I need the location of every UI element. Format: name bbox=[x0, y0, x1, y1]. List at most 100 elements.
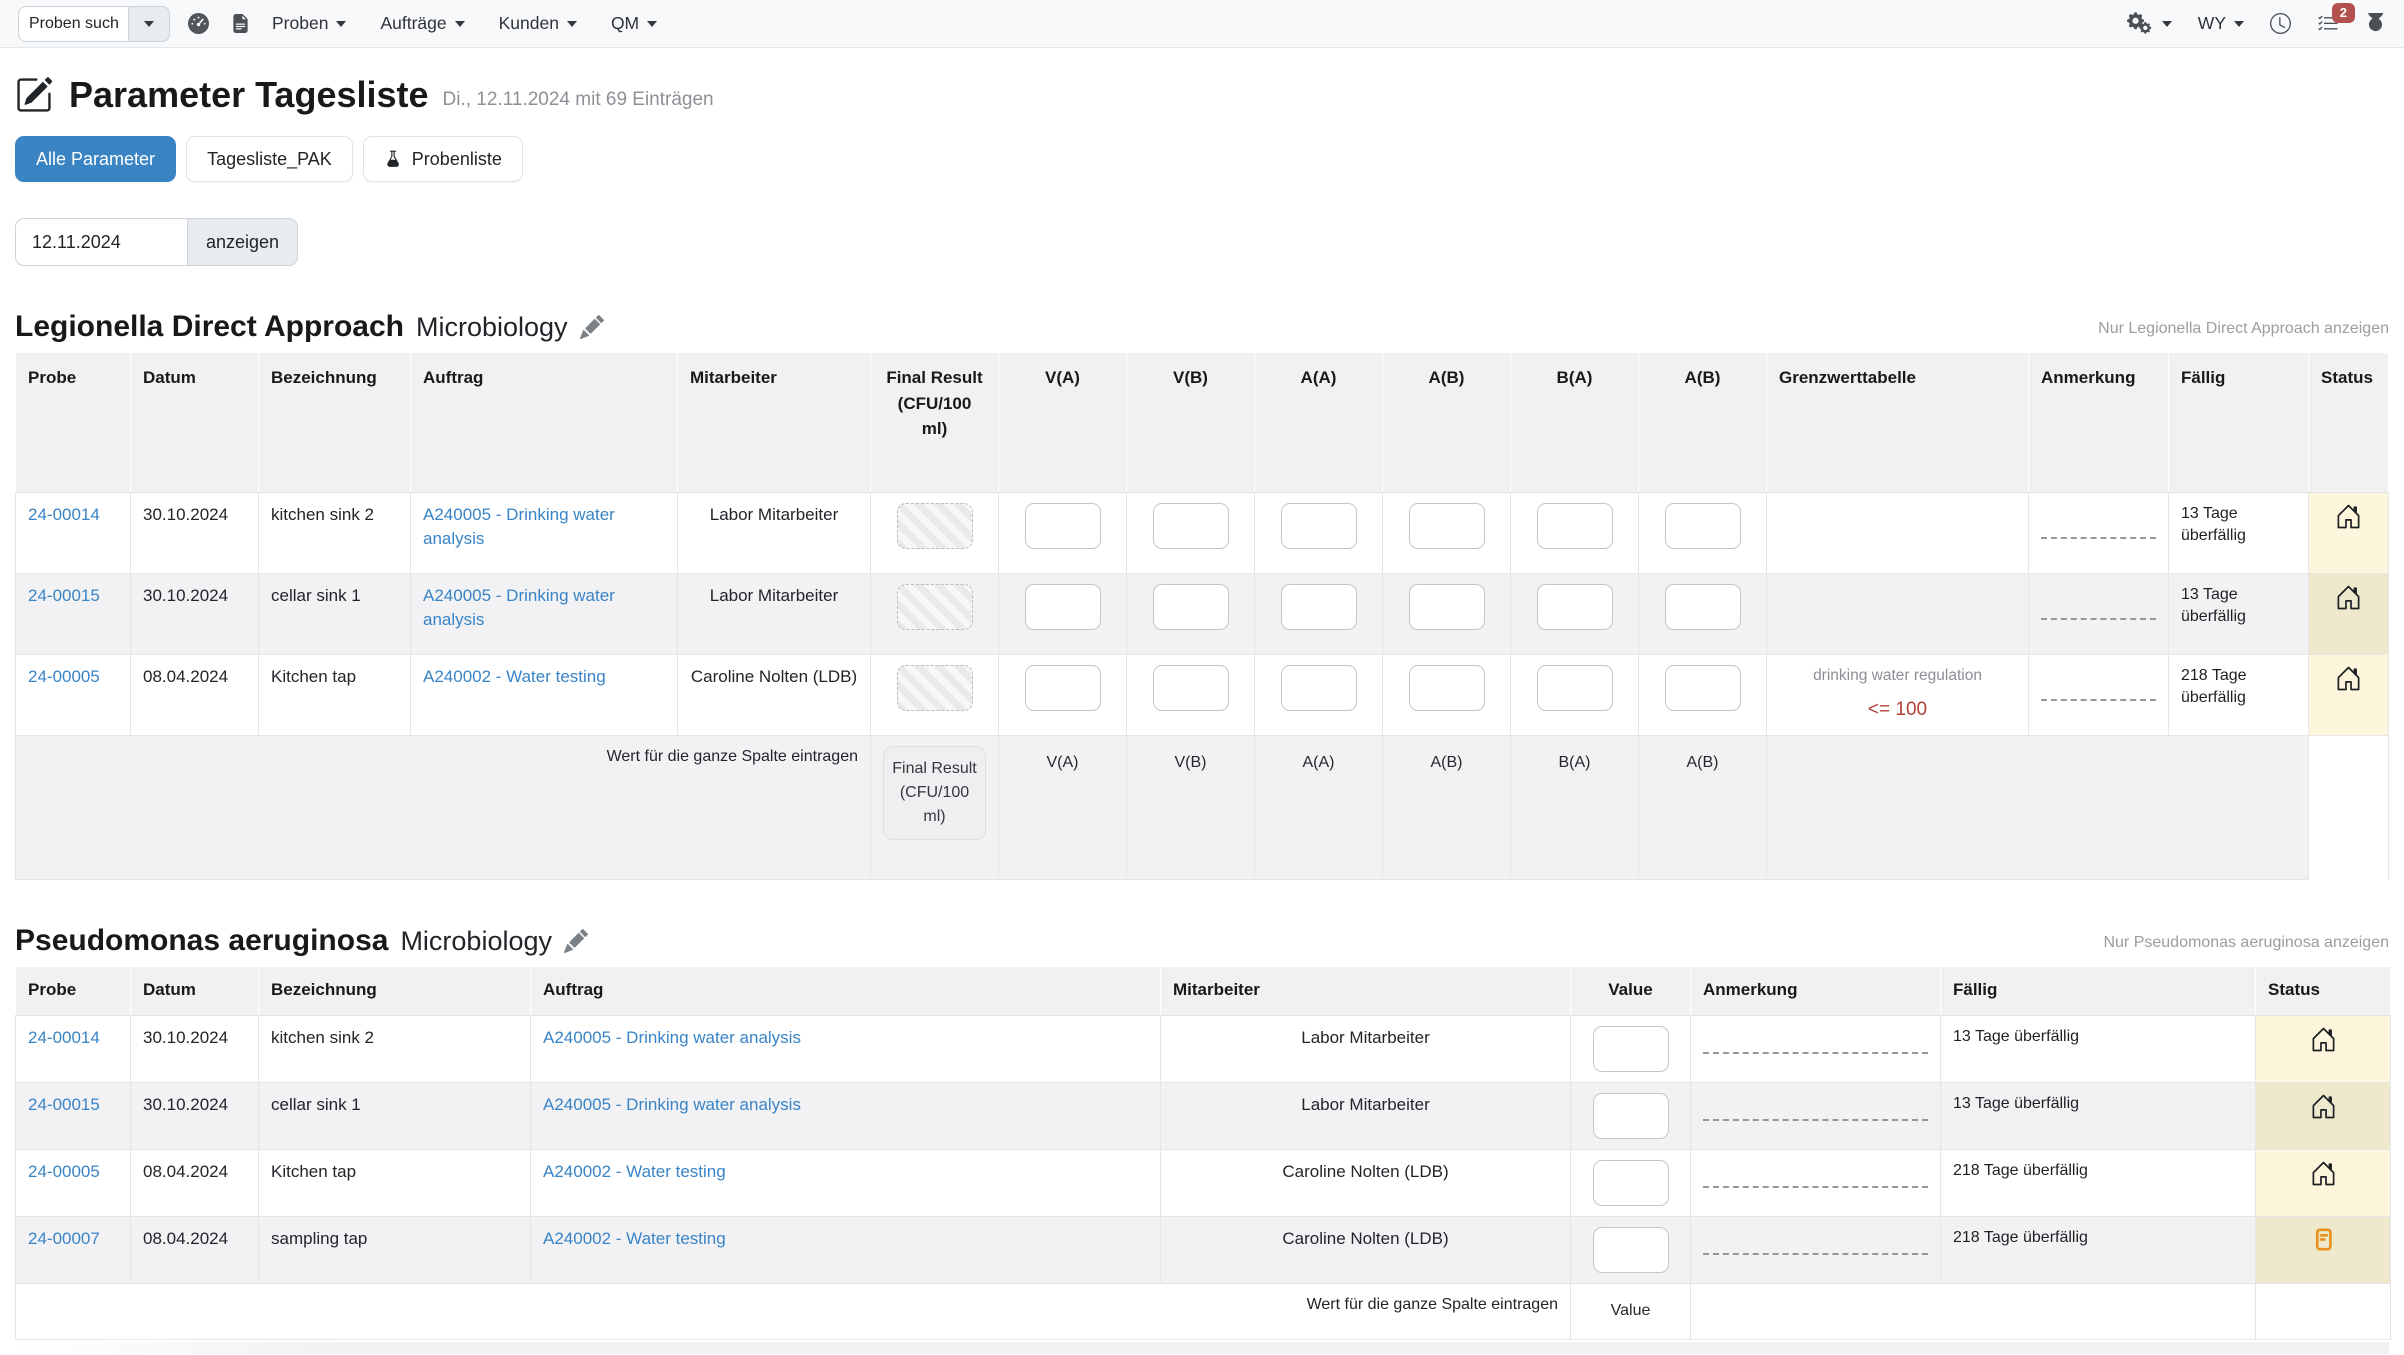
value-input[interactable] bbox=[1025, 584, 1101, 630]
value-input[interactable] bbox=[1409, 584, 1485, 630]
anmerkung-field[interactable] bbox=[2041, 618, 2156, 620]
task-list-button[interactable]: 2 bbox=[2317, 13, 2339, 35]
anmerkung-field[interactable] bbox=[1703, 1253, 1928, 1255]
auftrag-link[interactable]: A240005 - Drinking water analysis bbox=[543, 1095, 801, 1114]
section-subtitle: Microbiology bbox=[400, 926, 552, 957]
anmerkung-field[interactable] bbox=[2041, 699, 2156, 701]
col-a-a: A(A) bbox=[1255, 353, 1383, 493]
value-input[interactable] bbox=[1153, 503, 1229, 549]
final-result-input-disabled bbox=[897, 584, 973, 630]
value-input[interactable] bbox=[1025, 503, 1101, 549]
value-input[interactable] bbox=[1537, 665, 1613, 711]
clock-icon[interactable] bbox=[2270, 13, 2291, 34]
next-section-edge bbox=[15, 1342, 2389, 1354]
fill-column-button[interactable]: Value bbox=[1583, 1294, 1678, 1322]
fill-column-button[interactable]: B(A) bbox=[1523, 746, 1626, 774]
fill-column-button[interactable]: A(B) bbox=[1651, 746, 1754, 774]
auftrag-link[interactable]: A240002 - Water testing bbox=[423, 667, 606, 686]
only-section-link[interactable]: Nur Legionella Direct Approach anzeigen bbox=[2098, 320, 2389, 338]
value-input[interactable] bbox=[1281, 665, 1357, 711]
table-row: 24-0001530.10.2024cellar sink 1A240005 -… bbox=[16, 574, 2389, 655]
user-menu[interactable]: WY bbox=[2198, 13, 2244, 34]
report-icon[interactable] bbox=[2311, 1227, 2336, 1252]
value-input[interactable] bbox=[1025, 665, 1101, 711]
house-icon[interactable] bbox=[2335, 584, 2362, 611]
anmerkung-field[interactable] bbox=[1703, 1052, 1928, 1054]
auftrag-link[interactable]: A240005 - Drinking water analysis bbox=[423, 586, 615, 629]
probe-link[interactable]: 24-00014 bbox=[28, 1028, 100, 1047]
fill-column-button[interactable]: Final Result (CFU/100 ml) bbox=[883, 746, 986, 840]
auftrag-link[interactable]: A240005 - Drinking water analysis bbox=[543, 1028, 801, 1047]
user-initials: WY bbox=[2198, 13, 2226, 34]
only-section-link[interactable]: Nur Pseudomonas aeruginosa anzeigen bbox=[2103, 934, 2389, 952]
filter-tagesliste-pak[interactable]: Tagesliste_PAK bbox=[186, 136, 353, 182]
edit-section-icon[interactable] bbox=[580, 315, 604, 339]
value-input[interactable] bbox=[1665, 503, 1741, 549]
col-f-llig: Fällig bbox=[1941, 967, 2256, 1016]
col-status: Status bbox=[2309, 353, 2389, 493]
navbar-right: WY 2 bbox=[2101, 12, 2386, 35]
auftrag-link[interactable]: A240002 - Water testing bbox=[543, 1229, 726, 1248]
section-title: Legionella Direct Approach bbox=[15, 310, 404, 344]
value-input[interactable] bbox=[1593, 1026, 1669, 1072]
fill-column-button[interactable]: A(A) bbox=[1267, 746, 1370, 774]
settings-menu[interactable] bbox=[2127, 12, 2172, 35]
value-input[interactable] bbox=[1593, 1160, 1669, 1206]
value-input[interactable] bbox=[1593, 1093, 1669, 1139]
value-input[interactable] bbox=[1409, 665, 1485, 711]
power-icon[interactable] bbox=[2365, 13, 2386, 34]
legionella-table: ProbeDatumBezeichnungAuftragMitarbeiterF… bbox=[15, 352, 2389, 880]
show-button[interactable]: anzeigen bbox=[187, 218, 298, 266]
probe-link[interactable]: 24-00015 bbox=[28, 586, 100, 605]
fill-column-row: Wert für die ganze Spalte eintragenValue bbox=[16, 1283, 2391, 1339]
house-icon[interactable] bbox=[2310, 1160, 2337, 1187]
date-input[interactable] bbox=[15, 218, 187, 266]
value-input[interactable] bbox=[1153, 584, 1229, 630]
fill-column-button[interactable]: V(B) bbox=[1139, 746, 1242, 774]
page-subtitle: Di., 12.11.2024 mit 69 Einträgen bbox=[443, 89, 714, 111]
house-icon[interactable] bbox=[2335, 503, 2362, 530]
anmerkung-field[interactable] bbox=[1703, 1119, 1928, 1121]
fill-column-button[interactable]: V(A) bbox=[1011, 746, 1114, 774]
value-input[interactable] bbox=[1665, 584, 1741, 630]
speedometer-icon[interactable] bbox=[188, 13, 209, 34]
value-input[interactable] bbox=[1537, 584, 1613, 630]
auftrag-link[interactable]: A240005 - Drinking water analysis bbox=[423, 505, 615, 548]
house-icon[interactable] bbox=[2310, 1026, 2337, 1053]
value-input[interactable] bbox=[1409, 503, 1485, 549]
probe-link[interactable]: 24-00007 bbox=[28, 1229, 100, 1248]
menu-proben[interactable]: Proben bbox=[272, 13, 346, 34]
value-input[interactable] bbox=[1281, 584, 1357, 630]
search-dropdown-button[interactable] bbox=[128, 6, 170, 42]
gears-icon bbox=[2127, 12, 2154, 35]
value-input[interactable] bbox=[1593, 1227, 1669, 1273]
value-input[interactable] bbox=[1537, 503, 1613, 549]
edit-section-icon[interactable] bbox=[564, 929, 588, 953]
house-icon[interactable] bbox=[2310, 1093, 2337, 1120]
fill-column-row: Wert für die ganze Spalte eintragenFinal… bbox=[16, 736, 2389, 880]
anmerkung-field[interactable] bbox=[1703, 1186, 1928, 1188]
page-title: Parameter Tagesliste bbox=[69, 74, 429, 116]
anmerkung-field[interactable] bbox=[2041, 537, 2156, 539]
house-icon[interactable] bbox=[2335, 665, 2362, 692]
probe-link[interactable]: 24-00015 bbox=[28, 1095, 100, 1114]
menu-kunden[interactable]: Kunden bbox=[499, 13, 577, 34]
search-input[interactable] bbox=[18, 6, 128, 42]
probe-link[interactable]: 24-00005 bbox=[28, 1162, 100, 1181]
caret-down-icon bbox=[567, 21, 577, 27]
filter-probenliste[interactable]: Probenliste bbox=[363, 136, 523, 182]
date-filter-group: anzeigen bbox=[15, 218, 2389, 266]
menu-auftr-ge[interactable]: Aufträge bbox=[380, 13, 464, 34]
section-title: Pseudomonas aeruginosa bbox=[15, 924, 388, 958]
filter-alle-parameter[interactable]: Alle Parameter bbox=[15, 136, 176, 182]
auftrag-link[interactable]: A240002 - Water testing bbox=[543, 1162, 726, 1181]
menu-qm[interactable]: QM bbox=[611, 13, 657, 34]
value-input[interactable] bbox=[1153, 665, 1229, 711]
value-input[interactable] bbox=[1665, 665, 1741, 711]
fill-column-button[interactable]: A(B) bbox=[1395, 746, 1498, 774]
probe-link[interactable]: 24-00005 bbox=[28, 667, 100, 686]
file-icon[interactable] bbox=[231, 14, 250, 33]
probe-link[interactable]: 24-00014 bbox=[28, 505, 100, 524]
caret-down-icon bbox=[336, 21, 346, 27]
value-input[interactable] bbox=[1281, 503, 1357, 549]
